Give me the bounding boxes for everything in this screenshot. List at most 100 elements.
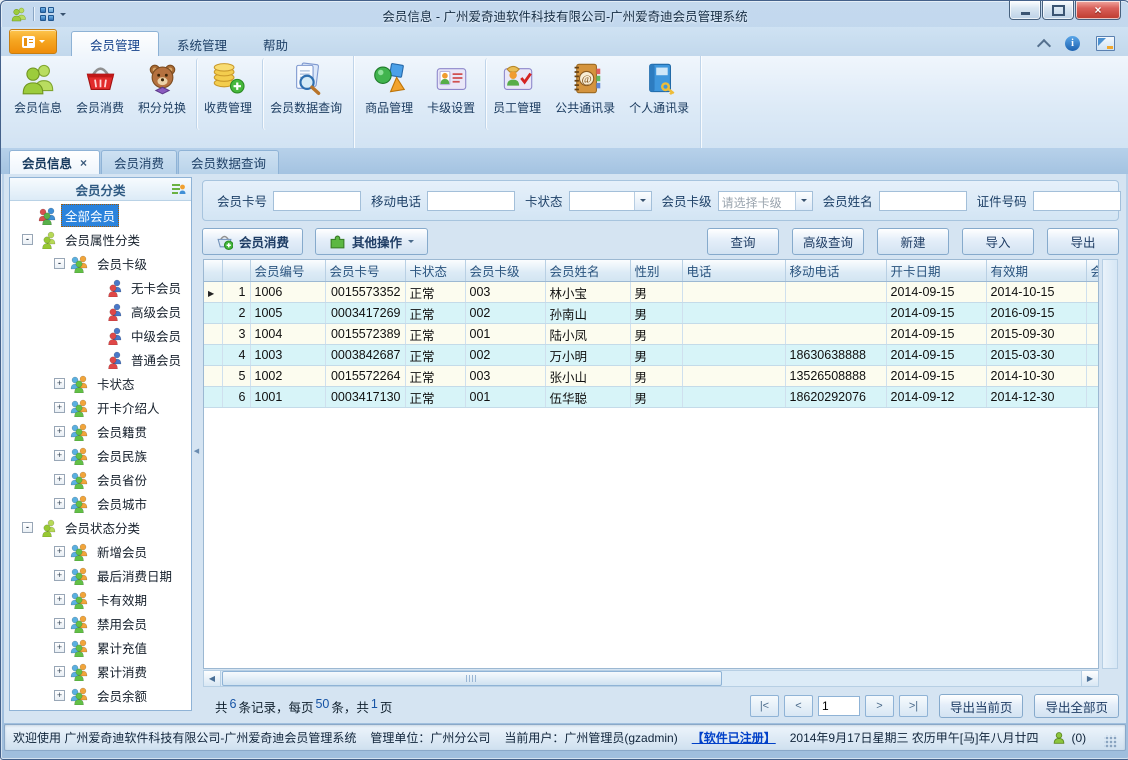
last-page-button[interactable]: >| (898, 695, 928, 717)
column-header[interactable]: 电话 (682, 260, 786, 282)
action-button[interactable]: 导出 (1047, 228, 1119, 255)
app-menu-button[interactable] (9, 29, 57, 54)
document-tab[interactable]: 会员数据查询 × (178, 150, 280, 174)
tree-expander-icon[interactable] (22, 233, 33, 245)
tree-item[interactable]: 卡有效期 (10, 587, 191, 611)
tree-item[interactable]: 会员余额 (10, 683, 191, 707)
first-page-button[interactable]: |< (749, 695, 779, 717)
document-tab[interactable]: 会员信息 × (9, 150, 101, 174)
column-header[interactable]: 开卡日期 (886, 260, 987, 282)
tree-expander-icon[interactable] (54, 401, 65, 413)
ribbon-button[interactable]: 个人通讯录 (622, 58, 696, 130)
tree-item[interactable]: 会员籍贯 (10, 419, 191, 443)
column-header[interactable]: 会员编号 (250, 260, 326, 282)
ribbon-button[interactable]: 会员消费 (69, 58, 131, 130)
column-header[interactable]: 有效期 (986, 260, 1087, 282)
tree-expander-icon[interactable] (54, 569, 65, 581)
registration-status-link[interactable]: 【软件已注册】 (692, 729, 776, 746)
scrollbar-thumb[interactable] (222, 671, 722, 686)
collapse-ribbon-icon[interactable] (1036, 38, 1052, 53)
column-header[interactable]: 会员姓名 (545, 260, 631, 282)
ribbon-button[interactable]: 公共通讯录 (548, 58, 622, 130)
tree-item[interactable]: 卡状态 (10, 371, 191, 395)
action-button[interactable]: 查询 (707, 228, 779, 255)
tree-item[interactable]: 会员城市 (10, 491, 191, 515)
tree-item[interactable]: 普通会员 (10, 347, 191, 371)
tree-expander-icon[interactable] (54, 617, 65, 629)
card-level-select[interactable]: 请选择卡级 (717, 190, 813, 211)
tree-expander-icon[interactable] (54, 641, 65, 653)
page-number-input[interactable] (817, 696, 860, 716)
other-actions-button[interactable]: 其他操作 (315, 228, 429, 255)
column-header[interactable]: 移动电话 (785, 260, 887, 282)
card-no-input[interactable] (273, 190, 362, 211)
scroll-right-arrow-icon[interactable]: ▶ (1081, 671, 1098, 686)
member-consume-button[interactable]: 会员消费 (202, 228, 304, 255)
tree-expander-icon[interactable] (54, 497, 65, 509)
mail-icon[interactable] (1096, 36, 1115, 51)
ribbon-button[interactable]: 收费管理 (196, 58, 259, 130)
minimize-button[interactable] (1009, 1, 1041, 20)
tree-item[interactable]: 累计充值 (10, 635, 191, 659)
tree-item[interactable]: 禁用会员 (10, 611, 191, 635)
column-header[interactable]: 会员卡级 (465, 260, 546, 282)
ribbon-button[interactable]: 卡级设置 (420, 58, 482, 130)
ribbon-button[interactable]: 商品管理 (358, 58, 420, 130)
action-button[interactable]: 导入 (962, 228, 1034, 255)
ribbon-button[interactable]: 员工管理 (485, 58, 548, 130)
tree-expander-icon[interactable] (54, 689, 65, 701)
table-row[interactable]: 6 1001 0003417130 正常 001 伍华聪男 18620292076 2014… (204, 386, 1098, 408)
document-tab[interactable]: 会员消费 × (101, 150, 178, 174)
table-row[interactable]: 5 1002 0015572264 正常 003 张小山男 13526508888 2014… (204, 365, 1098, 387)
column-header[interactable]: 性别 (630, 260, 683, 282)
next-page-button[interactable]: > (864, 695, 894, 717)
scroll-left-arrow-icon[interactable]: ◀ (204, 671, 221, 686)
category-settings-icon[interactable] (170, 181, 186, 197)
tree-item[interactable]: 中级会员 (10, 323, 191, 347)
tree-expander-icon[interactable] (54, 449, 65, 461)
tree-item[interactable]: 会员卡级 (10, 251, 191, 275)
vertical-scrollbar[interactable] (1102, 259, 1118, 669)
column-header[interactable]: 会员卡号 (325, 260, 406, 282)
ribbon-tab[interactable]: 系统管理 (159, 32, 245, 56)
tree-item[interactable]: 全部会员 (10, 203, 191, 227)
export-all-pages-button[interactable]: 导出全部页 (1034, 694, 1119, 718)
table-row[interactable]: 1 10060015573352正常003林小宝男 2014-09-152014-… (204, 281, 1098, 303)
table-row[interactable]: 3 1004 0015572389 正常 001 陆小凤男 2014-09-15 2015-… (204, 323, 1098, 345)
table-row[interactable]: 2 1005 0003417269 正常 002 孙南山男 2014-09-15 2016-… (204, 302, 1098, 324)
ribbon-tab[interactable]: 帮助 (245, 32, 306, 56)
member-name-input[interactable] (878, 190, 967, 211)
tree-item[interactable]: 会员属性分类 (10, 227, 191, 251)
tree-expander-icon[interactable] (54, 665, 65, 677)
id-no-input[interactable] (1032, 190, 1121, 211)
action-button[interactable]: 高级查询 (792, 228, 864, 255)
tree-item[interactable]: 会员省份 (10, 467, 191, 491)
tree-expander-icon[interactable] (54, 473, 65, 485)
prev-page-button[interactable]: < (783, 695, 813, 717)
tree-item[interactable]: 新增会员 (10, 539, 191, 563)
panel-splitter[interactable]: ◀ (192, 426, 201, 476)
tree-expander-icon[interactable] (54, 257, 65, 269)
tree-item[interactable]: 会员状态分类 (10, 515, 191, 539)
ribbon-button[interactable]: 积分兑换 (131, 58, 193, 130)
column-header[interactable]: 卡状态 (405, 260, 466, 282)
tree-expander-icon[interactable] (54, 545, 65, 557)
tree-expander-icon[interactable] (54, 377, 65, 389)
tree-item[interactable]: 累计消费 (10, 659, 191, 683)
export-current-page-button[interactable]: 导出当前页 (938, 694, 1024, 718)
tree-item[interactable]: 无卡会员 (10, 275, 191, 299)
ribbon-tab[interactable]: 会员管理 (71, 31, 160, 56)
column-header[interactable]: 会员 (1086, 260, 1098, 282)
close-tab-icon[interactable]: × (80, 157, 87, 169)
info-icon[interactable]: i (1065, 36, 1080, 51)
horizontal-scrollbar[interactable]: ◀ ▶ (203, 670, 1099, 687)
resize-grip[interactable] (1104, 735, 1117, 748)
tree-expander-icon[interactable] (22, 521, 33, 533)
ribbon-button[interactable]: 会员信息 (7, 58, 69, 130)
action-button[interactable]: 新建 (877, 228, 949, 255)
tree-item[interactable]: 会员民族 (10, 443, 191, 467)
ribbon-button[interactable]: 会员数据查询 (262, 58, 349, 130)
card-status-select[interactable] (568, 190, 652, 211)
tree-item[interactable]: 最后消费日期 (10, 563, 191, 587)
maximize-button[interactable] (1042, 1, 1074, 20)
